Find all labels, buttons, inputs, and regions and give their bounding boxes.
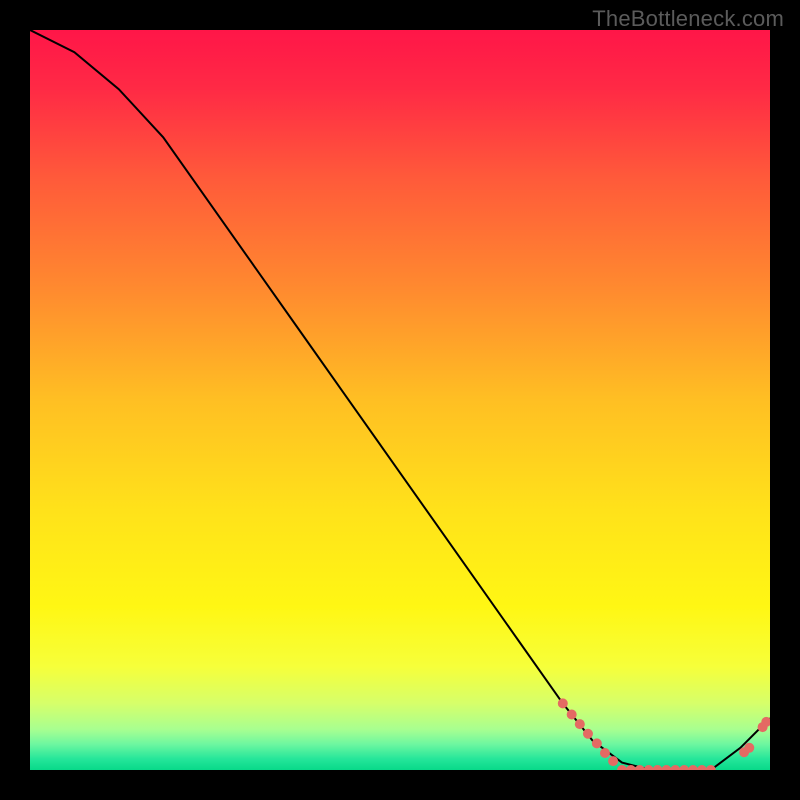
data-point xyxy=(575,719,585,729)
data-point xyxy=(583,729,593,739)
watermark-text: TheBottleneck.com xyxy=(592,6,784,32)
data-point xyxy=(744,743,754,753)
data-point xyxy=(600,748,610,758)
chart-background xyxy=(30,30,770,770)
data-point xyxy=(608,756,618,766)
data-point xyxy=(592,738,602,748)
data-point xyxy=(567,710,577,720)
data-point xyxy=(558,698,568,708)
bottleneck-chart xyxy=(30,30,770,770)
chart-svg xyxy=(30,30,770,770)
chart-frame: TheBottleneck.com xyxy=(0,0,800,800)
